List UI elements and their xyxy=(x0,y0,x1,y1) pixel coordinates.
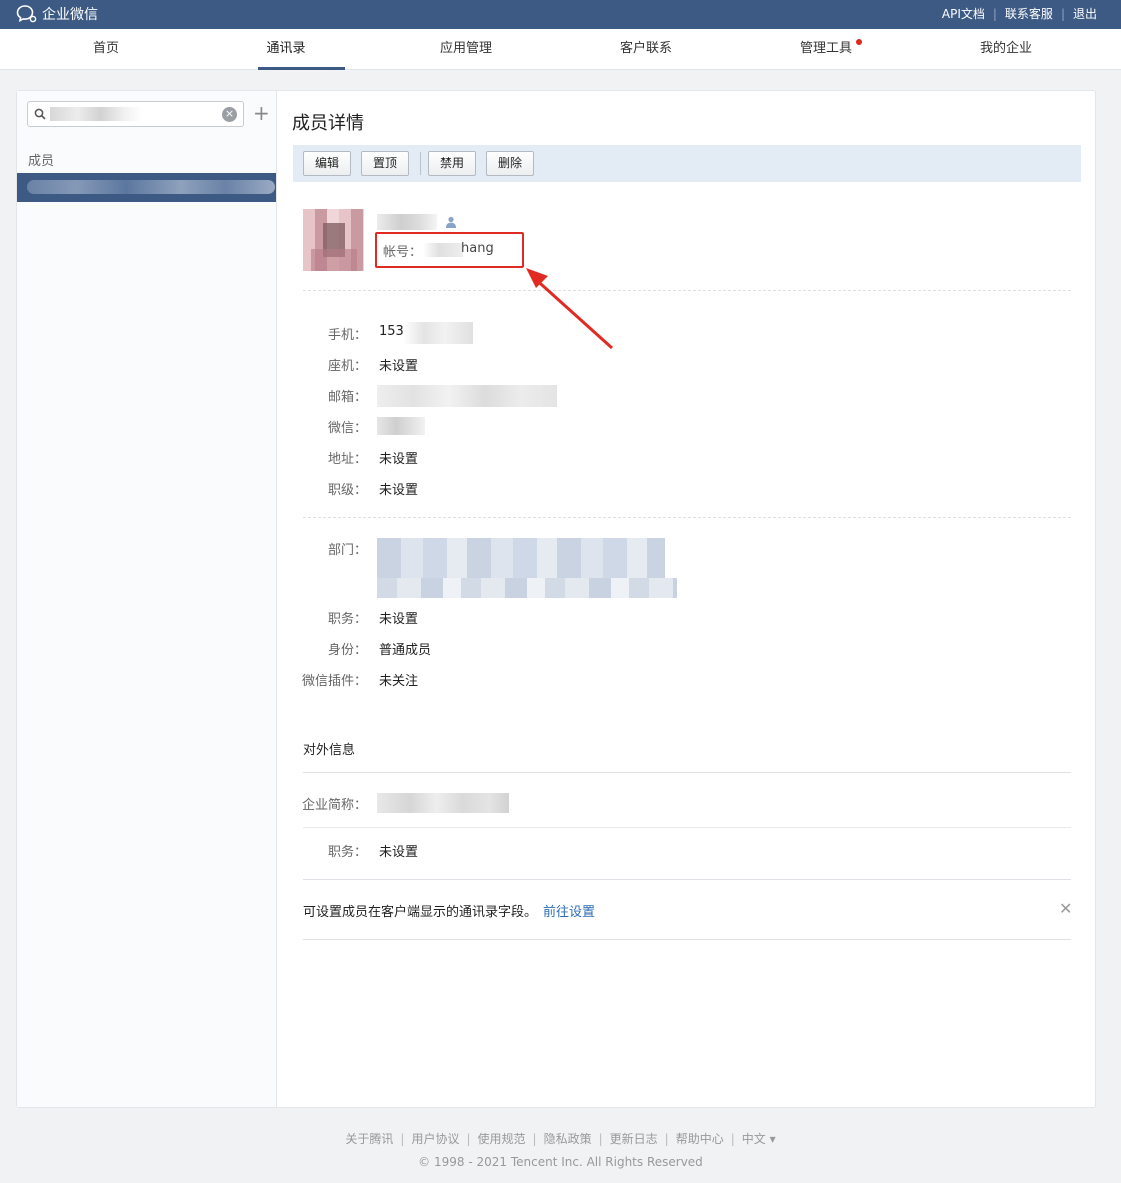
close-icon[interactable]: ✕ xyxy=(1059,901,1072,917)
footer-link-help[interactable]: 帮助中心 xyxy=(676,1130,724,1147)
address-value: 未设置 xyxy=(379,452,419,467)
footer-link-about[interactable]: 关于腾讯 xyxy=(345,1130,393,1147)
department-redacted-2 xyxy=(377,578,677,598)
top-links: API文档 | 联系客服 | 退出 xyxy=(942,5,1097,22)
clear-icon[interactable]: × xyxy=(222,107,237,122)
copyright: © 1998 - 2021 Tencent Inc. All Rights Re… xyxy=(418,1155,703,1169)
logout-link[interactable]: 退出 xyxy=(1073,5,1097,22)
separator: | xyxy=(400,1131,405,1146)
divider xyxy=(303,290,1071,291)
position-value: 未设置 xyxy=(379,612,419,627)
wechat-label: 微信： xyxy=(327,421,367,436)
annotation-arrow xyxy=(526,268,614,350)
divider xyxy=(303,772,1071,773)
action-toolbar: 编辑 置顶 禁用 删除 xyxy=(293,145,1081,182)
chat-bubble-icon xyxy=(16,5,37,23)
search-query-redacted xyxy=(50,107,142,121)
external-position-value: 未设置 xyxy=(379,845,419,860)
nav-tools[interactable]: 管理工具 xyxy=(736,29,916,70)
landline-label: 座机： xyxy=(327,359,367,374)
wechat-plugin-label: 微信插件： xyxy=(301,674,367,689)
mobile-redacted xyxy=(403,322,473,344)
footer: 关于腾讯 | 用户协议 | 使用规范 | 隐私政策 | 更新日志 | 帮助中心 | 中文 ▾… xyxy=(0,1130,1121,1170)
page-title: 成员详情 xyxy=(292,113,364,134)
divider xyxy=(303,517,1071,518)
wechat-plugin-value: 未关注 xyxy=(379,674,419,689)
footer-link-privacy[interactable]: 隐私政策 xyxy=(544,1130,592,1147)
member-detail: 成员详情 编辑 置顶 禁用 删除 帐号： hang 手机： 153 座机： 未设… xyxy=(277,91,1095,1107)
go-to-settings-link[interactable]: 前往设置 xyxy=(543,905,595,920)
nav-customer[interactable]: 客户联系 xyxy=(556,29,736,70)
separator: | xyxy=(598,1131,603,1146)
footer-link-changelog[interactable]: 更新日志 xyxy=(610,1130,658,1147)
footer-link-user-agreement[interactable]: 用户协议 xyxy=(411,1130,459,1147)
separator: | xyxy=(1060,6,1065,21)
annotation-highlight-box xyxy=(375,232,524,268)
nav-my-company[interactable]: 我的企业 xyxy=(916,29,1096,70)
landline-value: 未设置 xyxy=(379,359,419,374)
avatar xyxy=(303,209,364,271)
edit-button[interactable]: 编辑 xyxy=(303,151,352,176)
external-position-label: 职务： xyxy=(327,845,367,860)
divider xyxy=(303,879,1071,880)
toolbar-separator xyxy=(420,152,421,175)
identity-label: 身份： xyxy=(327,643,367,658)
settings-tip: 可设置成员在客户端显示的通讯录字段。 前往设置 xyxy=(303,901,595,920)
search-input[interactable]: × xyxy=(27,101,244,127)
mobile-value: 153 xyxy=(379,324,404,339)
separator: | xyxy=(466,1131,471,1146)
brand-name: 企业微信 xyxy=(42,7,98,23)
pin-top-button[interactable]: 置顶 xyxy=(361,151,410,176)
nav-apps[interactable]: 应用管理 xyxy=(376,29,556,70)
department-label: 部门： xyxy=(327,543,367,558)
company-short-name-label: 企业简称： xyxy=(301,798,367,813)
wechat-redacted xyxy=(377,417,425,435)
settings-tip-text: 可设置成员在客户端显示的通讯录字段。 xyxy=(303,905,538,920)
member-name-redacted xyxy=(27,180,275,194)
nav-contacts[interactable]: 通讯录 xyxy=(196,29,376,70)
rank-value: 未设置 xyxy=(379,483,419,498)
main-nav: 首页 通讯录 应用管理 客户联系 管理工具 我的企业 xyxy=(0,29,1121,70)
email-redacted xyxy=(377,385,557,407)
separator: | xyxy=(730,1131,735,1146)
members-section-label: 成员 xyxy=(28,154,55,169)
footer-link-usage-rules[interactable]: 使用规范 xyxy=(478,1130,526,1147)
main-panel: × + 成员 成员详情 编辑 置顶 禁用 删除 帐号： hang 手机： 153 xyxy=(16,90,1096,1108)
notification-dot xyxy=(856,39,862,45)
brand-logo[interactable]: 企业微信 xyxy=(16,4,98,24)
top-bar: 企业微信 API文档 | 联系客服 | 退出 xyxy=(0,0,1121,29)
address-label: 地址： xyxy=(327,452,367,467)
company-short-name-redacted xyxy=(377,793,509,813)
rank-label: 职级： xyxy=(327,483,367,498)
identity-value: 普通成员 xyxy=(379,643,432,658)
mobile-label: 手机： xyxy=(327,328,367,343)
member-list-item-selected[interactable] xyxy=(17,173,276,202)
position-label: 职务： xyxy=(327,612,367,627)
delete-button[interactable]: 删除 xyxy=(486,151,535,176)
footer-links: 关于腾讯 | 用户协议 | 使用规范 | 隐私政策 | 更新日志 | 帮助中心 | 中文 ▾ xyxy=(0,1130,1121,1147)
external-info-title: 对外信息 xyxy=(303,743,356,758)
email-label: 邮箱： xyxy=(327,390,367,405)
separator: | xyxy=(992,6,997,21)
user-icon xyxy=(446,216,456,228)
search-icon xyxy=(34,108,46,120)
api-docs-link[interactable]: API文档 xyxy=(942,5,985,22)
sidebar: × + 成员 xyxy=(17,91,277,1107)
department-redacted xyxy=(377,538,665,578)
separator: | xyxy=(532,1131,537,1146)
divider xyxy=(303,939,1071,940)
contact-support-link[interactable]: 联系客服 xyxy=(1005,5,1053,22)
disable-button[interactable]: 禁用 xyxy=(428,151,477,176)
language-select[interactable]: 中文 ▾ xyxy=(742,1130,776,1147)
nav-contacts-label: 通讯录 xyxy=(266,41,306,56)
member-name-redacted xyxy=(377,214,437,230)
add-member-button[interactable]: + xyxy=(253,103,270,123)
nav-home[interactable]: 首页 xyxy=(16,29,196,70)
divider xyxy=(303,827,1071,828)
separator: | xyxy=(664,1131,669,1146)
